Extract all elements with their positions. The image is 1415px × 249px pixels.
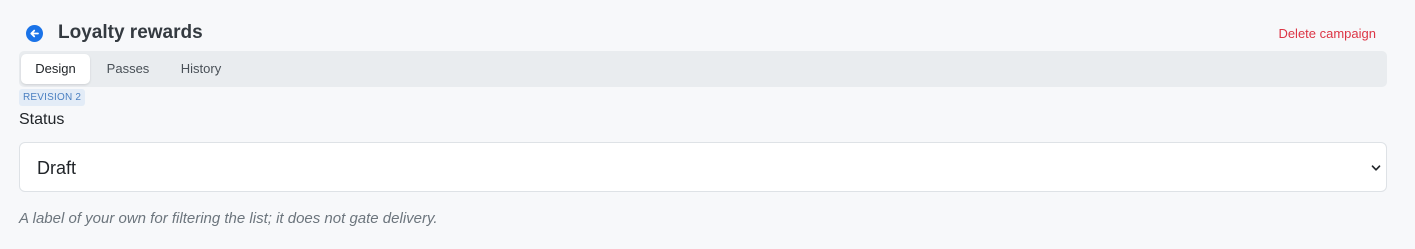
tab-history[interactable]: History: [170, 54, 232, 84]
status-selected-value: Draft: [37, 158, 77, 178]
status-help-text: A label of your own for filtering the li…: [19, 210, 438, 227]
chevron-down-icon: [1371, 165, 1381, 171]
tab-bar: Design Passes History: [19, 51, 1387, 87]
status-select[interactable]: Draft: [19, 142, 1387, 192]
tab-design[interactable]: Design: [21, 54, 90, 84]
revision-badge: REVISION 2: [19, 89, 86, 106]
back-button[interactable]: [26, 25, 43, 42]
campaign-page: Loyalty rewards Delete campaign Design P…: [0, 0, 1415, 249]
delete-campaign-link[interactable]: Delete campaign: [1278, 25, 1376, 42]
page-title: Loyalty rewards: [58, 22, 203, 43]
arrow-left-icon: [30, 29, 39, 38]
status-label: Status: [19, 111, 65, 128]
tab-passes[interactable]: Passes: [98, 54, 158, 84]
